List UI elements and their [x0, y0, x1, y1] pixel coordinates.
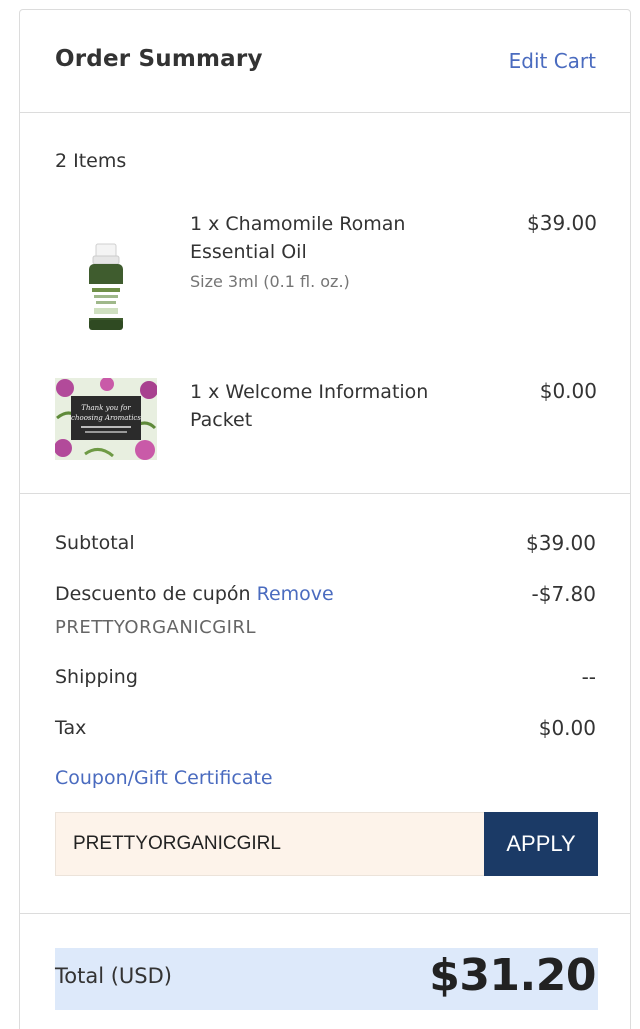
applied-coupon-code: PRETTYORGANICGIRL — [55, 617, 256, 638]
edit-cart-link[interactable]: Edit Cart — [509, 49, 596, 73]
tax-label: Tax — [55, 717, 87, 739]
cart-item-name: 1 x Welcome Information Packet — [190, 381, 429, 431]
cart-item-chamomile: 1 x Chamomile Roman Essential Oil Size 3… — [55, 210, 597, 340]
essential-oil-bottle-image — [89, 243, 123, 330]
coupon-form: APPLY — [55, 812, 598, 876]
grand-total-row: Total (USD) $31.20 — [55, 948, 598, 1010]
subtotal-value: $39.00 — [526, 531, 596, 555]
coupon-code-input[interactable] — [55, 812, 485, 876]
welcome-card-image: Thank you for choosing Aromatics — [55, 378, 157, 460]
svg-text:Thank you for: Thank you for — [81, 404, 131, 412]
coupon-discount-line: Descuento de cupón Remove — [55, 583, 334, 605]
totals-divider — [20, 913, 630, 914]
cart-item-variant: Size 3ml (0.1 fl. oz.) — [190, 272, 350, 291]
header-divider — [20, 112, 630, 113]
cart-item-price: $0.00 — [539, 379, 597, 403]
cart-item-name: 1 x Chamomile Roman Essential Oil — [190, 213, 406, 263]
order-summary-title: Order Summary — [55, 46, 263, 72]
items-count: 2 Items — [55, 150, 127, 172]
coupon-gift-certificate-link[interactable]: Coupon/Gift Certificate — [55, 767, 273, 789]
coupon-discount-label: Descuento de cupón — [55, 583, 251, 605]
items-divider — [20, 493, 630, 494]
apply-coupon-button[interactable]: APPLY — [484, 812, 598, 876]
remove-coupon-link[interactable]: Remove — [257, 583, 334, 605]
order-summary-card: Order Summary Edit Cart 2 Items 1 x Cham… — [19, 9, 631, 1029]
shipping-value: -- — [581, 665, 596, 689]
grand-total-label: Total (USD) — [55, 964, 172, 988]
svg-text:choosing Aromatics: choosing Aromatics — [71, 414, 141, 422]
subtotal-label: Subtotal — [55, 532, 135, 554]
grand-total-value: $31.20 — [429, 950, 596, 1001]
shipping-label: Shipping — [55, 666, 138, 688]
coupon-discount-value: -$7.80 — [531, 582, 596, 606]
tax-value: $0.00 — [538, 716, 596, 740]
cart-item-price: $39.00 — [527, 211, 597, 235]
cart-item-welcome-packet: Thank you for choosing Aromatics 1 x Wel… — [55, 378, 597, 468]
